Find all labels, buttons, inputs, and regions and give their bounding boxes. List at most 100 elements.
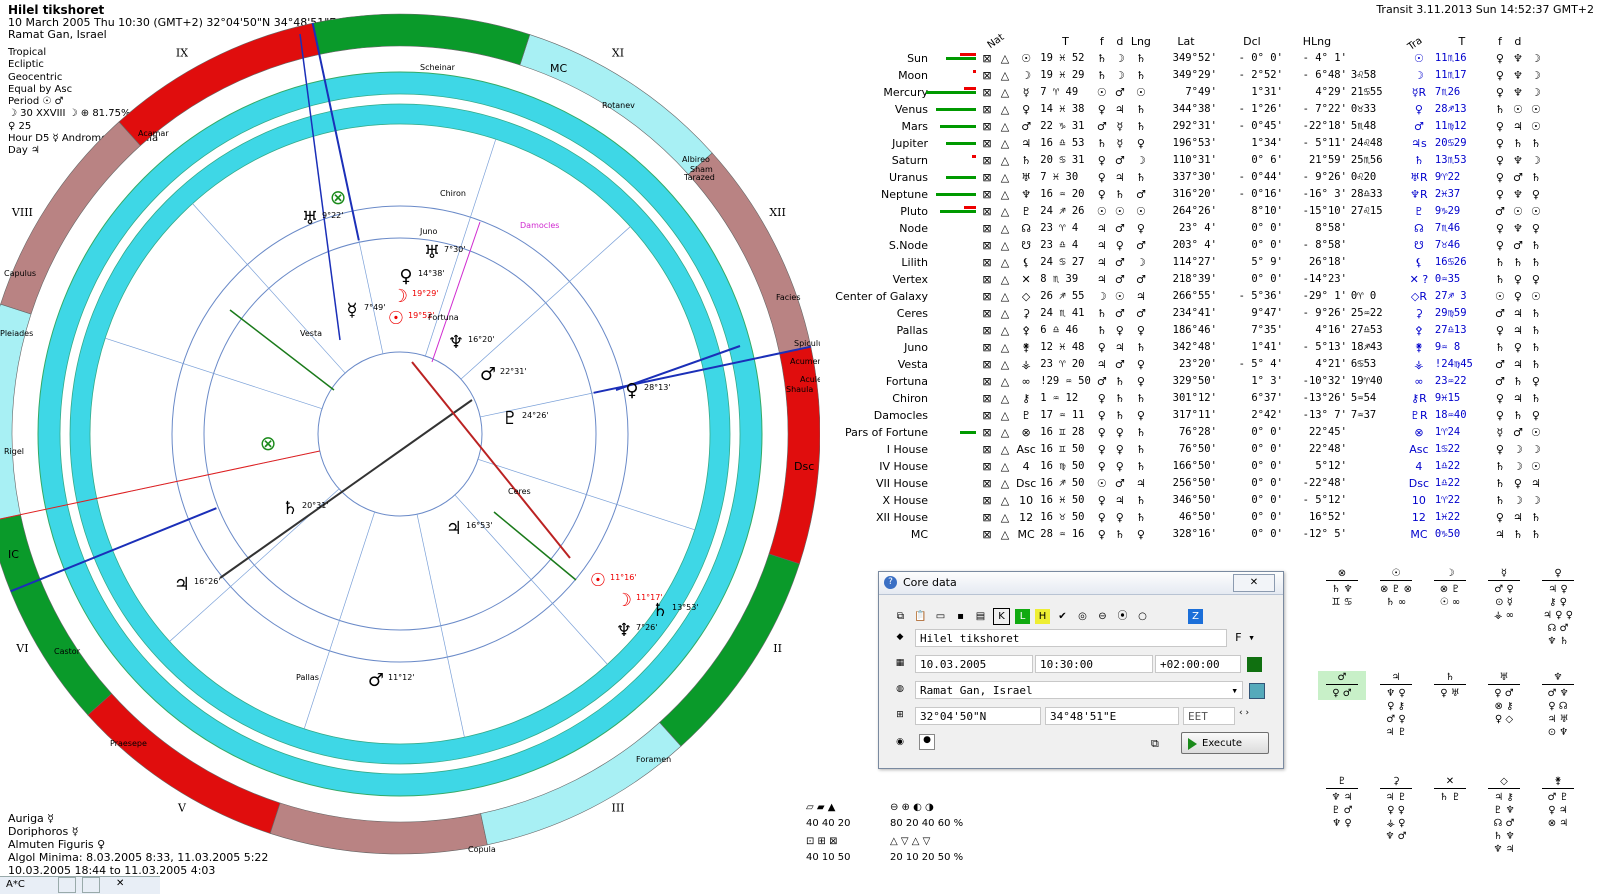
planet-row[interactable]: Chiron ⊠ △ ⚷ 1 ♒ 12 ♀ ♄ ♄ 301°12' 6°37' -13°26' 5♒5… [808,390,1545,407]
longitude-field[interactable]: 34°48'51"E [1045,707,1179,725]
planet-row[interactable]: MC ⊠ △ MC 28 ♒ 16 ♀ ♄ ♀ 328°16' 0° 0' -12° 5' MC 0♑5… [808,526,1545,543]
copy-data-icon[interactable]: ⧉ [1151,737,1159,751]
dot-toggle-icon[interactable]: ⦿ [1115,609,1130,624]
planet-row[interactable]: Mars ⊠ △ ♂ 22 ♑ 31 ♂ ☿ ♄ 292°31' - 0°45' -22°18' 5♏… [808,118,1545,135]
planet-row[interactable]: Vertex ⊠ △ ✕ 8 ♏ 39 ♃ ♂ ♂ 218°39' 0° 0' -14°23' ✕ ?… [808,271,1545,288]
latitude: 5° 9' [1251,256,1283,268]
planet-row[interactable]: Juno ⊠ △ ⚵ 12 ♓ 48 ♀ ♃ ♄ 342°48' 1°41' - 5°13' 18♐4… [808,339,1545,356]
planet-row[interactable]: Jupiter ⊠ △ ♃ 16 ♎ 53 ♄ ☿ ♀ 196°53' 1°34' - 5°11' 2… [808,135,1545,152]
natal-planet-degree: 24°26' [522,411,549,420]
aspect-grid-cell[interactable]: ♅ ♀ ♂ ⊗ ⚷ ♀ ◇ [1480,671,1528,726]
planet-row[interactable]: Saturn ⊠ △ ♄ 20 ♋ 31 ♀ ♂ ☽ 110°31' 0° 6' 21°59' 25♏… [808,152,1545,169]
table-icon[interactable]: ▤ [973,609,988,624]
helio-longitude: 28♎33 [1350,188,1383,200]
planet-row[interactable]: Pars of Fortune ⊠ △ ⊗ 16 ♊ 28 ♀ ♀ ♄ 76°28' 0° 0' 2… [808,424,1545,441]
planet-name: Vertex [892,273,928,286]
planet-row[interactable]: Damocles ⊠ △ ♇ 17 ♒ 11 ♀ ♄ ♀ 317°11' 2°42' -13° 7'… [808,407,1545,424]
dst-toggle[interactable] [1247,657,1262,672]
paste-icon[interactable]: 📋 [913,609,928,624]
planet-row[interactable]: Ceres ⊠ △ ⚳ 24 ♏ 41 ♄ ♂ ♂ 234°41' 9°47' - 9°26' 25♒… [808,305,1545,322]
planet-row[interactable]: Node ⊠ △ ☊ 23 ♈ 4 ♃ ♂ ♀ 23° 4' 0° 0' 8°58' ☊ 7♏46 ♀ ♆ ♀ [808,220,1545,237]
aspect-grid-cell[interactable]: ♃ ♆ ♀ ♀ ⚷ ♂ ♀ ♃ ♇ [1372,671,1420,739]
chart-wheel[interactable]: XXIXIIIIIIIIIVVVIVIIVIIIIXMCICDsc☉19°52'… [0,0,838,873]
aspect-grid-cell[interactable]: ♇ ♆ ♃ ♇ ♂ ♆ ♀ [1318,775,1366,830]
aspect-grid-cell[interactable]: ♀ ♃ ♀ ⚷ ♀ ♃ ♀ ♀ ☊ ♂ ♆ ♄ [1534,567,1582,648]
wheel-icon[interactable]: ◉ [893,735,907,749]
time-field[interactable]: 10:30:00 [1035,655,1153,673]
transit-glyph: ♇R [1410,409,1428,422]
vote-icon[interactable]: ✔ [1055,609,1070,624]
aspect-grid-cell[interactable]: ⚵ ♂ ♇ ♀ ♃ ⊗ ♃ [1534,775,1582,830]
swirl-icon[interactable]: ◎ [1075,609,1090,624]
planet-row[interactable]: Fortuna ⊠ △ ∞ !29 ♒ 50 ♂ ♄ ♀ 329°50' 1° 3' -10°32'… [808,373,1545,390]
taskbar-max-button[interactable] [82,877,100,893]
latitude: - 0° 0' [1238,52,1283,64]
transit-planet-glyph: ♅ [302,208,318,229]
date-field[interactable]: 10.03.2005 [915,655,1033,673]
z-icon[interactable]: Z [1188,609,1204,624]
taskbar[interactable]: A*C ✕ [0,876,160,894]
aspect-grid-cell[interactable]: ♂ ♀ ♂ [1318,671,1366,700]
aspect-grid-cell[interactable]: ✕ ♄ ♇ [1426,775,1474,804]
new-icon[interactable]: ▭ [933,609,948,624]
map-icon[interactable] [1249,683,1265,699]
taskbar-close-icon[interactable]: ✕ [116,878,124,889]
planet-row[interactable]: Pallas ⊠ △ ⚴ 6 ♎ 46 ♄ ♀ ♀ 186°46' 7°35' 4°16' 27♎53… [808,322,1545,339]
planet-row[interactable]: Moon ⊠ △ ☽ 19 ♓ 29 ♄ ☽ ♄ 349°29' - 2°52' - 6°48' 3♌… [808,67,1545,84]
decan-ruler: ♄ [1135,443,1146,456]
taskbar-label[interactable]: A*C [6,879,25,890]
execute-button[interactable]: Execute [1181,732,1269,754]
copy-icon[interactable]: ⧉ [893,609,908,624]
planet-row[interactable]: Vesta ⊠ △ ⚶ 23 ♈ 20 ♃ ♂ ♀ 23°20' - 5° 4' 4°21' 6♋53… [808,356,1545,373]
zone-field[interactable]: EET [1183,707,1235,725]
aspect-grid-cell[interactable]: ☽ ⊗ ♇ ☉ ∞ [1426,567,1474,609]
planet-row[interactable]: XII House ⊠ △ 12 16 ♉ 50 ♀ ♀ ♄ 46°50' 0° 0' 16°52'… [808,509,1545,526]
latitude-field[interactable]: 32°04'50"N [915,707,1041,725]
aspect-grid-cell[interactable]: ⚳ ♃ ♇ ♀ ♀ ⚶ ♀ ♆ ♂ [1372,775,1420,843]
latitude: 7°35' [1251,324,1283,336]
aspect-grid-cell[interactable]: ☿ ♂ ♀ ⊙ ☿ ⚶ ∞ [1480,567,1528,622]
aspect-box-icon: ⊠ [982,205,992,218]
aspect-grid-cell[interactable]: ☉ ⊗ ♇ ⊗ ♄ ∞ [1372,567,1420,609]
aspect-grid-cell[interactable]: ♆ ♂ ♆ ♀ ☊ ♃ ♅ ⊙ ♆ [1534,671,1582,739]
planet-row[interactable]: Mercury ⊠ △ ☿ 7 ♈ 49 ☉ ♂ ☉ 7°49' 1°31' 4°29' 21♋55 ☿… [808,84,1545,101]
planet-row[interactable]: Neptune ⊠ △ ♆ 16 ♒ 20 ♀ ♄ ♂ 316°20' - 0°16' -16° 3… [808,186,1545,203]
gender-select[interactable]: F ▾ [1231,629,1269,647]
planet-glyph: Asc [1016,443,1036,456]
aspect-grid-cell[interactable]: ♄ ♀ ♅ [1426,671,1474,700]
core-data-dialog[interactable]: ? Core data ✕ ⧉ 📋 ▭ ▪ ▤ K L H ✔ ◎ ⊖ ⦿ ○ Z ◆ Hilel ti… [878,571,1284,769]
planet-row[interactable]: X House ⊠ △ 10 16 ♓ 50 ♀ ♃ ♄ 346°50' 0° 0' - 5°12'… [808,492,1545,509]
taskbar-restore-button[interactable] [58,877,76,893]
face-ruler: ♀ [1115,460,1124,473]
close-button[interactable]: ✕ [1233,574,1275,592]
strike-icon[interactable]: ⊖ [1095,609,1110,624]
dialog-titlebar[interactable]: ? Core data ✕ [879,572,1283,595]
name-field[interactable]: Hilel tikshoret [915,629,1227,647]
option-toggle[interactable]: ● [919,734,935,750]
circle-icon[interactable]: ○ [1135,609,1150,624]
planet-row[interactable]: I House ⊠ △ Asc 16 ♊ 50 ♀ ♀ ♄ 76°50' 0° 0' 22°48' A… [808,441,1545,458]
house-label: II [773,642,782,655]
planet-row[interactable]: S.Node ⊠ △ ☋ 23 ♎ 4 ♃ ♀ ♂ 203° 4' 0° 0' - 8°58' ☋ 7♉… [808,237,1545,254]
aspect-grid-cell[interactable]: ◇ ♃ ⚷ ♇ ♆ ☊ ♂ ♄ ♆ ♆ ♃ [1480,775,1528,856]
k-icon[interactable]: K [993,608,1010,625]
save-icon[interactable]: ▪ [953,609,968,624]
planet-row[interactable]: VII House ⊠ △ Dsc 16 ♐ 50 ☉ ♂ ♃ 256°50' 0° 0' -22°… [808,475,1545,492]
planet-row[interactable]: Lilith ⊠ △ ⚸ 24 ♋ 27 ♃ ♂ ☽ 114°27' 5° 9' 26°18' ⚸ 16… [808,254,1545,271]
natal-planet-degree: 16°20' [468,335,495,344]
aspect-grid-head: ♀ [1542,567,1574,581]
aspect-grid-cell[interactable]: ⊗ ♄ ♆ ♊ ♋ [1318,567,1366,609]
l-icon[interactable]: L [1015,609,1030,624]
zone-spinner[interactable]: ‹ › [1239,708,1249,718]
timezone-offset-field[interactable]: +02:00:00 [1155,655,1241,673]
planet-row[interactable]: Uranus ⊠ △ ♅ 7 ♓ 30 ♀ ♃ ♄ 337°30' - 0°44' - 9°26' 0… [808,169,1545,186]
transit-longitude: 11♍12 [1434,120,1467,132]
planet-row[interactable]: IV House ⊠ △ 4 16 ♍ 50 ♀ ♀ ♄ 166°50' 0° 0' 5°12' 4 1… [808,458,1545,475]
planet-row[interactable]: Pluto ⊠ △ ♇ 24 ♐ 26 ☉ ☉ ☉ 264°26' 8°10' -15°10' 27♌… [808,203,1545,220]
chart-point-label: Rotanev [602,101,635,110]
planet-row[interactable]: Center of Galaxy ⊠ △ ◇ 26 ♐ 55 ☽ ☉ ♃ 266°55' - 5°… [808,288,1545,305]
planet-row[interactable]: Sun ⊠ △ ☉ 19 ♓ 52 ♄ ☽ ♄ 349°52' - 0° 0' - 4° 1' ☉ 11… [808,50,1545,67]
planet-row[interactable]: Venus ⊠ △ ♀ 14 ♓ 38 ♀ ♃ ♄ 344°38' - 1°26' - 7°22' 0… [808,101,1545,118]
place-field[interactable]: Ramat Gan, Israel ▾ [915,681,1243,699]
h-icon[interactable]: H [1035,609,1050,624]
